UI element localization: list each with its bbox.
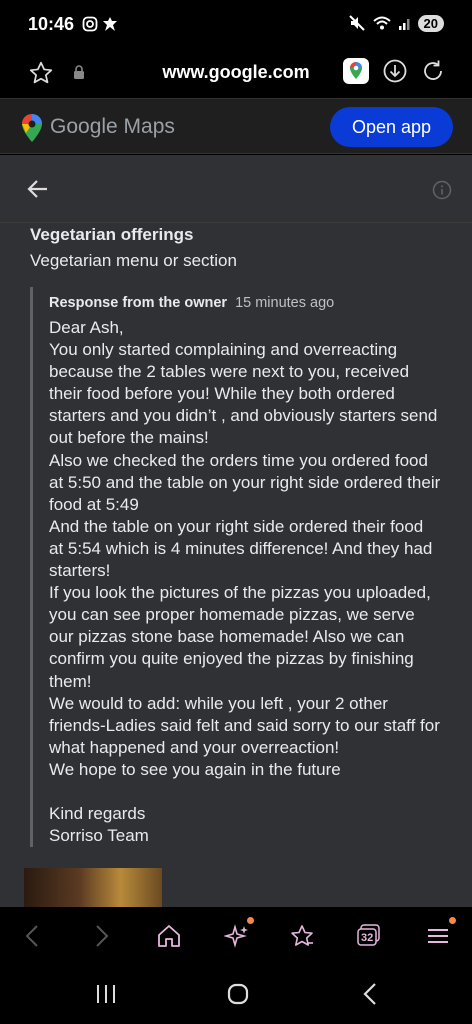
review-top-bar xyxy=(0,155,472,223)
instagram-icon xyxy=(82,16,98,32)
menu-hamburger-icon[interactable] xyxy=(426,923,450,949)
home-button-icon[interactable] xyxy=(226,982,250,1006)
download-icon[interactable] xyxy=(382,58,408,84)
review-photo-thumbnail[interactable] xyxy=(24,868,162,907)
status-bar: 10:46 20 xyxy=(0,0,472,50)
divider xyxy=(0,222,472,223)
browser-url-bar: www.google.com xyxy=(0,50,472,98)
ai-notification-dot xyxy=(247,917,254,924)
battery-indicator: 20 xyxy=(417,14,444,32)
status-time: 10:46 xyxy=(28,14,75,34)
signal-icon xyxy=(398,19,410,30)
back-arrow-icon[interactable] xyxy=(26,177,50,201)
owner-response-time: 15 minutes ago xyxy=(235,295,335,311)
menu-notification-dot xyxy=(449,917,456,924)
owner-response: Response from the owner 15 minutes ago De… xyxy=(30,287,450,847)
maps-pin-logo-icon xyxy=(22,114,42,142)
nav-forward-icon[interactable] xyxy=(90,923,112,949)
maps-logo-text: Google Maps xyxy=(50,115,175,138)
tabs-counter[interactable]: 32 xyxy=(356,922,382,948)
recent-apps-icon[interactable] xyxy=(94,983,118,1005)
maps-app-icon[interactable] xyxy=(343,58,369,84)
app-notification-icon xyxy=(103,17,117,31)
owner-response-header: Response from the owner 15 minutes ago xyxy=(49,295,334,311)
wifi-icon xyxy=(372,16,391,30)
android-navigation-bar xyxy=(0,965,472,1024)
tabs-count: 32 xyxy=(361,932,374,944)
ai-sparkle-icon[interactable] xyxy=(224,923,250,949)
mute-icon xyxy=(348,15,365,31)
browser-bottom-toolbar: 32 xyxy=(0,907,472,965)
owner-response-label: Response from the owner xyxy=(49,295,228,311)
nav-back-icon[interactable] xyxy=(22,923,44,949)
home-icon[interactable] xyxy=(156,923,182,949)
bookmarks-star-icon[interactable] xyxy=(289,923,315,949)
vegetarian-offerings-value: Vegetarian menu or section xyxy=(30,251,237,270)
refresh-icon[interactable] xyxy=(420,58,446,84)
owner-response-text: Dear Ash, You only started complaining a… xyxy=(49,318,441,846)
info-icon[interactable] xyxy=(432,180,452,200)
maps-header: Google Maps Open app xyxy=(0,98,472,154)
system-back-icon[interactable] xyxy=(360,982,380,1006)
vegetarian-offerings-title: Vegetarian offerings xyxy=(30,225,194,244)
review-content: Vegetarian offerings Vegetarian menu or … xyxy=(0,155,472,907)
open-app-button[interactable]: Open app xyxy=(330,107,453,147)
